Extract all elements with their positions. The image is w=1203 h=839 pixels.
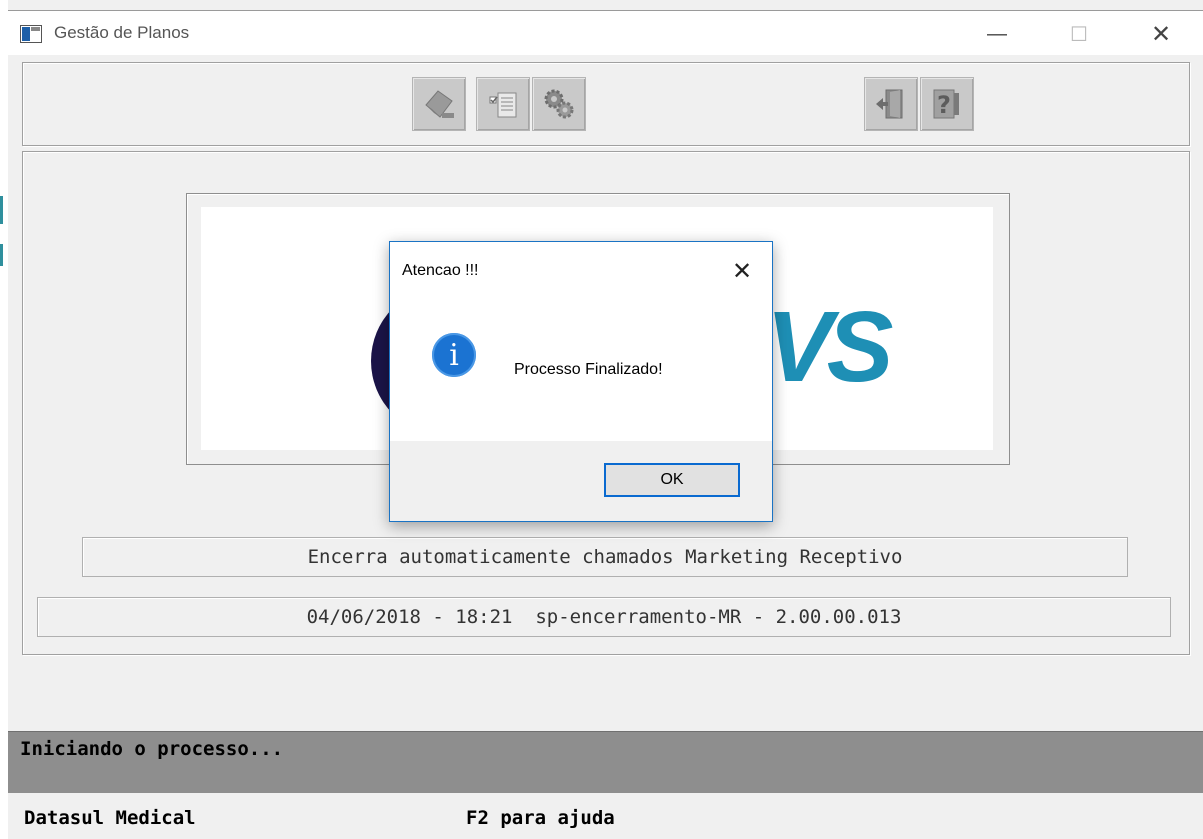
program-description: Encerra automaticamente chamados Marketi…	[82, 537, 1128, 577]
app-window-icon	[20, 25, 42, 43]
status-bar: Iniciando o processo...	[8, 731, 1203, 794]
minimize-button[interactable]: —	[974, 19, 1020, 49]
dialog-close-button[interactable]: ✕	[726, 256, 758, 286]
toolbar-button-eraser[interactable]	[412, 77, 466, 131]
status-message: Iniciando o processo...	[20, 738, 284, 760]
dialog-message: Processo Finalizado!	[514, 361, 663, 378]
footer-bar: Datasul Medical F2 para ajuda	[8, 793, 1203, 839]
info-icon: i	[432, 333, 476, 377]
window-title: Gestão de Planos	[54, 23, 190, 42]
checklist-icon	[489, 92, 517, 118]
toolbar: ?	[22, 62, 1190, 146]
ok-button[interactable]: OK	[604, 463, 740, 497]
main-window: Gestão de Planos — ☐ ✕ ? VS Encerra auto…	[0, 0, 1203, 839]
dialog-title-bar: Atencao !!! ✕	[390, 242, 772, 300]
maximize-button[interactable]: ☐	[1056, 19, 1102, 49]
help-hint-label: F2 para ajuda	[466, 807, 615, 829]
toolbar-button-exit[interactable]	[864, 77, 918, 131]
app-name-label: Datasul Medical	[24, 807, 196, 829]
svg-text:?: ?	[937, 91, 951, 119]
eraser-icon	[425, 90, 454, 118]
logo-text: VS	[766, 291, 893, 403]
dialog-title: Atencao !!!	[402, 262, 479, 279]
exit-door-icon	[876, 89, 903, 119]
background-strip	[0, 0, 8, 839]
gears-icon	[544, 89, 574, 119]
title-bar: Gestão de Planos — ☐ ✕	[8, 10, 1203, 55]
toolbar-button-help[interactable]: ?	[920, 77, 974, 131]
toolbar-button-gears[interactable]	[532, 77, 586, 131]
help-icon: ?	[933, 89, 959, 119]
close-window-button[interactable]: ✕	[1138, 19, 1184, 49]
message-dialog: Atencao !!! ✕ i Processo Finalizado! OK	[389, 241, 773, 522]
program-version: 04/06/2018 - 18:21 sp-encerramento-MR - …	[37, 597, 1171, 637]
toolbar-button-checklist[interactable]	[476, 77, 530, 131]
